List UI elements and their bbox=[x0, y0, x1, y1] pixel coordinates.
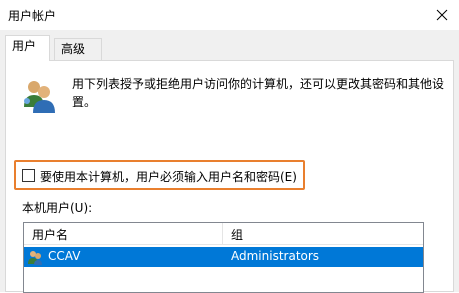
tab-users-label: 用户 bbox=[12, 39, 37, 53]
window-title: 用户帐户 bbox=[8, 9, 57, 23]
user-accounts-window: 用户帐户 用户 高级 用下列表授予或拒绝用户访问你的计算机，还可以更改其密码和其… bbox=[0, 0, 459, 293]
column-header-username[interactable]: 用户名 bbox=[32, 226, 68, 243]
users-tab-panel: 用下列表授予或拒绝用户访问你的计算机，还可以更改其密码和其他设置。 要使用本计算… bbox=[5, 60, 454, 293]
table-row[interactable]: CCAV Administrators bbox=[24, 247, 423, 267]
column-header-group[interactable]: 组 bbox=[231, 226, 243, 243]
close-button[interactable] bbox=[425, 0, 459, 30]
users-icon bbox=[24, 81, 55, 113]
local-users-label: 本机用户(U): bbox=[22, 201, 93, 215]
tab-users[interactable]: 用户 bbox=[5, 35, 50, 61]
row-group: Administrators bbox=[231, 249, 320, 263]
tab-strip: 用户 高级 bbox=[0, 30, 459, 61]
close-icon bbox=[436, 9, 448, 21]
list-header: 用户名 组 bbox=[24, 223, 423, 245]
tab-advanced-label: 高级 bbox=[61, 42, 86, 56]
title-bar: 用户帐户 bbox=[0, 0, 459, 30]
users-list[interactable]: 用户名 组 CCAV Administrators bbox=[23, 222, 424, 293]
column-divider[interactable] bbox=[222, 223, 223, 245]
require-password-option[interactable]: 要使用本计算机，用户必须输入用户名和密码(E) bbox=[14, 160, 305, 190]
description-text: 用下列表授予或拒绝用户访问你的计算机，还可以更改其密码和其他设置。 bbox=[72, 77, 445, 109]
require-password-label[interactable]: 要使用本计算机，用户必须输入用户名和密码(E) bbox=[40, 168, 297, 185]
user-icon bbox=[28, 251, 42, 265]
row-username: CCAV bbox=[48, 249, 81, 263]
require-password-checkbox[interactable] bbox=[22, 169, 35, 182]
tab-advanced[interactable]: 高级 bbox=[54, 38, 102, 60]
dialog-client-area: 用户 高级 用下列表授予或拒绝用户访问你的计算机，还可以更改其密码和其他设置。 … bbox=[0, 30, 459, 293]
